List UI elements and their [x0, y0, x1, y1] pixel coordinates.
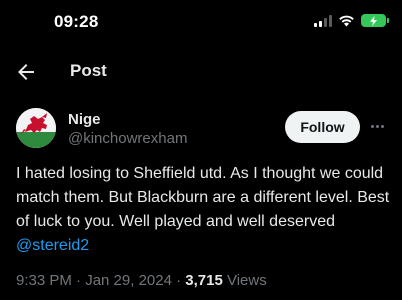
- welsh-dragon-avatar: [16, 108, 56, 148]
- status-time: 09:28: [54, 12, 99, 31]
- status-bar: 09:28: [0, 0, 402, 48]
- top-nav: Post: [0, 56, 402, 88]
- post-text: I hated losing to Sheffield utd. As I th…: [16, 162, 394, 258]
- battery-charging-icon: [361, 14, 389, 27]
- author-name[interactable]: Nige: [68, 111, 101, 128]
- page-title: Post: [70, 61, 107, 80]
- follow-button[interactable]: Follow: [285, 111, 360, 143]
- wifi-icon: [339, 15, 354, 27]
- avatar[interactable]: [16, 108, 56, 148]
- post-meta: 9:33 PM · Jan 29, 2024 · 3,715 Views: [16, 272, 267, 289]
- views-label: Views: [222, 272, 267, 289]
- cellular-signal-icon: [314, 14, 332, 27]
- post-text-body: I hated losing to Sheffield utd. As I th…: [16, 165, 390, 230]
- more-horizontal-icon[interactable]: [366, 116, 388, 136]
- status-icons: [314, 14, 389, 27]
- author-handle[interactable]: @kinchowrexham: [68, 130, 187, 147]
- mention-link[interactable]: @stereid2: [16, 237, 89, 254]
- views-count: 3,715: [185, 272, 223, 289]
- post-timestamp[interactable]: 9:33 PM · Jan 29, 2024 ·: [16, 272, 185, 289]
- arrow-left-icon[interactable]: [14, 60, 38, 84]
